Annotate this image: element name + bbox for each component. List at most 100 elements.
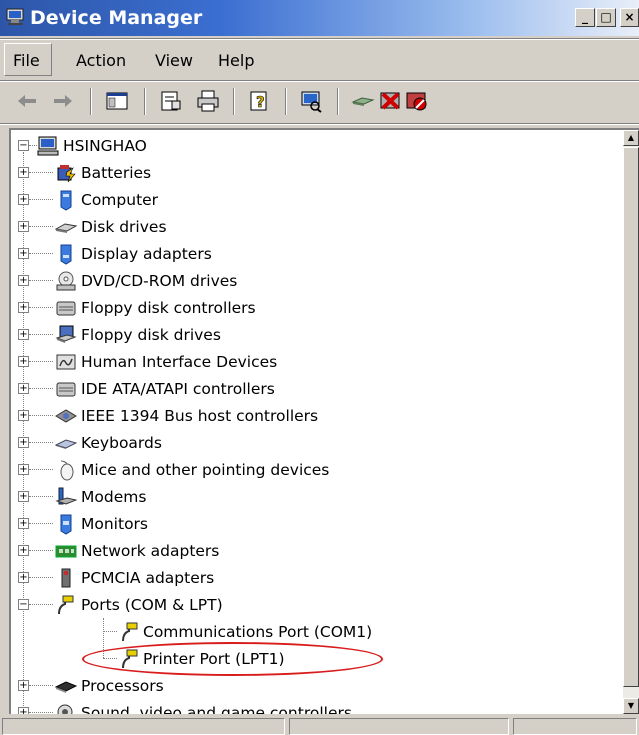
tree-item-modems[interactable]: + Modems bbox=[11, 485, 611, 511]
collapse-toggle[interactable]: − bbox=[18, 140, 29, 151]
tree-item-keyboards[interactable]: + Keyboards bbox=[11, 431, 611, 457]
tree-item-display-adapters[interactable]: + Display adapters bbox=[11, 242, 611, 268]
scrollbar-thumb[interactable] bbox=[623, 147, 639, 687]
mouse-icon bbox=[60, 460, 74, 481]
computer-icon bbox=[37, 136, 59, 156]
device-tree[interactable]: − HSINGHAO + Batteries + Computer + Disk… bbox=[9, 128, 639, 714]
status-panel bbox=[289, 718, 509, 735]
print-icon[interactable] bbox=[195, 88, 221, 114]
menu-view[interactable]: View bbox=[155, 51, 193, 70]
status-bar bbox=[0, 716, 639, 735]
processor-icon bbox=[55, 681, 77, 693]
expand-toggle[interactable]: + bbox=[18, 545, 29, 556]
tree-item-label: Batteries bbox=[81, 164, 152, 182]
expand-toggle[interactable]: + bbox=[18, 707, 29, 714]
scan-hardware-icon[interactable] bbox=[298, 88, 324, 114]
tree-root[interactable]: − HSINGHAO bbox=[11, 134, 611, 160]
tree-item-sound[interactable]: + Sound, video and game controllers bbox=[11, 701, 611, 714]
maximize-button[interactable]: □ bbox=[596, 8, 616, 27]
menu-bar: File Action View Help bbox=[0, 41, 639, 79]
expand-toggle[interactable]: + bbox=[18, 464, 29, 475]
tree-line bbox=[29, 226, 53, 227]
expand-toggle[interactable]: + bbox=[18, 329, 29, 340]
expand-toggle[interactable]: + bbox=[18, 302, 29, 313]
tree-line bbox=[103, 631, 117, 632]
help-icon[interactable]: ? bbox=[247, 88, 273, 114]
tree-line bbox=[29, 307, 53, 308]
expand-toggle[interactable]: + bbox=[18, 356, 29, 367]
menu-help[interactable]: Help bbox=[218, 51, 254, 70]
status-panel bbox=[513, 718, 637, 735]
back-arrow-icon[interactable] bbox=[14, 88, 40, 114]
tree-item-pcmcia[interactable]: + PCMCIA adapters bbox=[11, 566, 611, 592]
tree-item-batteries[interactable]: + Batteries bbox=[11, 161, 611, 187]
sound-icon bbox=[57, 704, 73, 714]
vertical-scrollbar[interactable]: ▲ ▼ bbox=[623, 130, 639, 714]
tree-item-floppy-drives[interactable]: + Floppy disk drives bbox=[11, 323, 611, 349]
menu-action[interactable]: Action bbox=[76, 51, 126, 70]
tree-item-disk-drives[interactable]: + Disk drives bbox=[11, 215, 611, 241]
tree-item-dvd-cdrom[interactable]: + DVD/CD-ROM drives bbox=[11, 269, 611, 295]
tree-item-label: Disk drives bbox=[81, 218, 167, 236]
expand-toggle[interactable]: + bbox=[18, 437, 29, 448]
tree-line bbox=[29, 172, 53, 173]
tree-item-network-adapters[interactable]: + Network adapters bbox=[11, 539, 611, 565]
tree-item-ieee1394[interactable]: + IEEE 1394 Bus host controllers bbox=[11, 404, 611, 430]
port-icon bbox=[58, 595, 74, 615]
tree-item-hid[interactable]: + Human Interface Devices bbox=[11, 350, 611, 376]
tree-item-monitors[interactable]: + Monitors bbox=[11, 512, 611, 538]
minimize-button[interactable]: _ bbox=[575, 8, 595, 27]
expand-toggle[interactable]: + bbox=[18, 275, 29, 286]
cdrom-icon bbox=[56, 271, 76, 291]
computer-icon bbox=[60, 190, 72, 211]
uninstall-icon[interactable] bbox=[378, 88, 404, 114]
disable-icon[interactable] bbox=[404, 88, 430, 114]
expand-toggle[interactable]: + bbox=[18, 572, 29, 583]
keyboard-icon bbox=[55, 439, 77, 449]
tree-item-processors[interactable]: + Processors bbox=[11, 674, 611, 700]
tree-item-ide-controllers[interactable]: + IDE ATA/ATAPI controllers bbox=[11, 377, 611, 403]
properties-icon[interactable] bbox=[158, 88, 184, 114]
forward-arrow-icon[interactable] bbox=[50, 88, 76, 114]
menu-file[interactable]: File bbox=[4, 43, 52, 76]
status-panel bbox=[2, 718, 285, 735]
expand-toggle[interactable]: + bbox=[18, 410, 29, 421]
scroll-up-arrow-icon[interactable]: ▲ bbox=[623, 130, 639, 146]
scroll-down-arrow-icon[interactable]: ▼ bbox=[623, 698, 639, 714]
tree-item-com1[interactable]: Communications Port (COM1) bbox=[11, 620, 611, 646]
tree-item-label: DVD/CD-ROM drives bbox=[81, 272, 238, 290]
tree-item-label: IDE ATA/ATAPI controllers bbox=[81, 380, 275, 398]
tree-item-label: Floppy disk drives bbox=[81, 326, 221, 344]
tree-line bbox=[29, 469, 53, 470]
tree-item-label: Mice and other pointing devices bbox=[81, 461, 330, 479]
tree-line bbox=[29, 334, 53, 335]
modem-icon bbox=[55, 487, 77, 505]
update-driver-icon[interactable] bbox=[350, 88, 376, 114]
tree-item-mice[interactable]: + Mice and other pointing devices bbox=[11, 458, 611, 484]
tree-line bbox=[29, 550, 53, 551]
expand-toggle[interactable]: + bbox=[18, 491, 29, 502]
tree-item-floppy-controllers[interactable]: + Floppy disk controllers bbox=[11, 296, 611, 322]
collapse-toggle[interactable]: − bbox=[18, 599, 29, 610]
tree-item-ports[interactable]: − Ports (COM & LPT) bbox=[11, 593, 611, 619]
expand-toggle[interactable]: + bbox=[18, 221, 29, 232]
tree-item-label: Ports (COM & LPT) bbox=[81, 596, 223, 614]
expand-toggle[interactable]: + bbox=[18, 248, 29, 259]
pcmcia-icon bbox=[61, 568, 71, 588]
expand-toggle[interactable]: + bbox=[18, 680, 29, 691]
tree-line bbox=[29, 577, 53, 578]
toolbar: ? bbox=[0, 83, 639, 121]
expand-toggle[interactable]: + bbox=[18, 383, 29, 394]
tree-item-computer[interactable]: + Computer bbox=[11, 188, 611, 214]
controller-icon bbox=[56, 301, 76, 316]
expand-toggle[interactable]: + bbox=[18, 518, 29, 529]
expand-toggle[interactable]: + bbox=[18, 194, 29, 205]
port-icon bbox=[122, 622, 138, 642]
console-tree-icon[interactable] bbox=[104, 88, 130, 114]
expand-toggle[interactable]: + bbox=[18, 167, 29, 178]
toolbar-separator bbox=[90, 88, 92, 115]
toolbar-separator bbox=[233, 88, 235, 115]
window-title: Device Manager bbox=[30, 7, 203, 29]
tree-item-label: Keyboards bbox=[81, 434, 162, 452]
close-button[interactable]: × bbox=[620, 8, 639, 27]
